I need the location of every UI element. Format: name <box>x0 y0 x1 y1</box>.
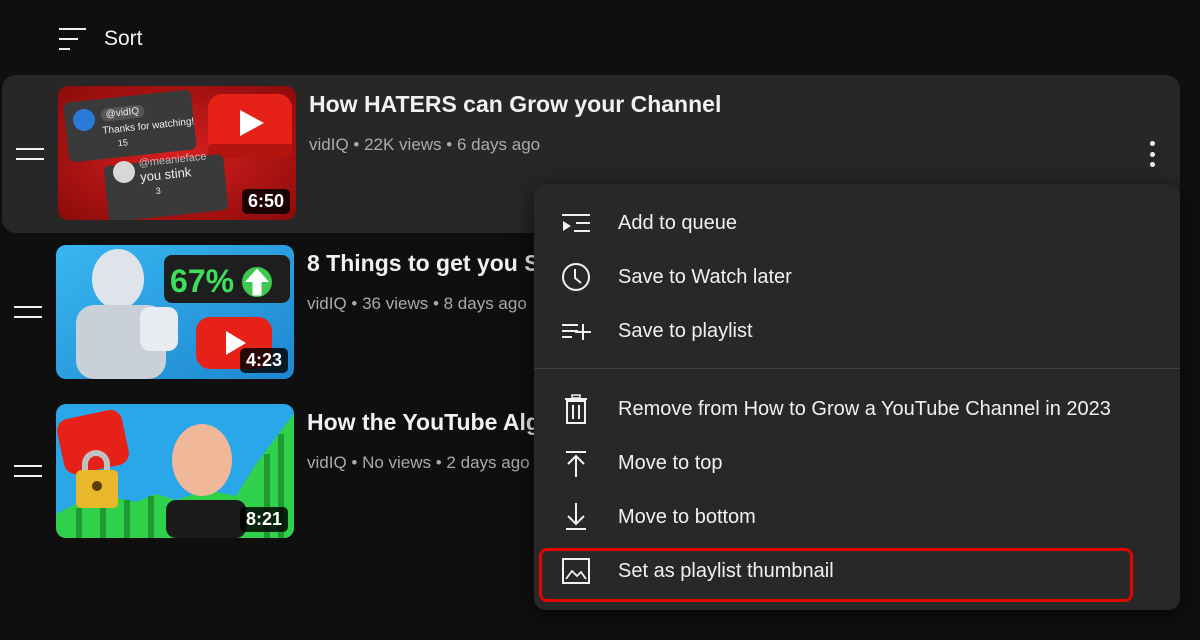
video-meta: vidIQ • No views • 2 days ago <box>307 453 530 472</box>
menu-item-remove-from-playlist[interactable]: Remove from How to Grow a YouTube Channe… <box>534 384 1180 434</box>
add-to-queue-icon <box>560 207 592 239</box>
menu-divider <box>534 368 1180 369</box>
video-duration: 8:21 <box>239 507 288 532</box>
drag-handle-icon[interactable] <box>14 465 42 479</box>
image-icon <box>560 555 592 587</box>
clock-icon <box>560 261 592 293</box>
sort-icon <box>59 28 86 50</box>
video-thumbnail[interactable]: @vidIQ Thanks for watching! 15 @meaniefa… <box>58 86 296 220</box>
move-to-bottom-icon <box>560 501 592 533</box>
video-meta: vidIQ • 22K views • 6 days ago <box>309 135 541 154</box>
menu-item-label: Set as playlist thumbnail <box>618 559 834 582</box>
video-options-menu: Add to queue Save to Watch later Save to… <box>534 184 1180 610</box>
menu-item-label: Save to Watch later <box>618 265 792 288</box>
video-title[interactable]: 8 Things to get you Sl <box>307 250 546 277</box>
arrow-up-icon <box>242 267 272 297</box>
move-to-top-icon <box>560 447 592 479</box>
sort-button[interactable]: Sort <box>58 26 143 52</box>
sort-label: Sort <box>104 27 143 50</box>
drag-handle-icon[interactable] <box>16 148 44 162</box>
menu-item-save-to-playlist[interactable]: Save to playlist <box>534 306 1180 356</box>
video-meta: vidIQ • 36 views • 8 days ago <box>307 294 527 313</box>
playlist-add-icon <box>560 315 592 347</box>
comment-card-2: @meanieface you stink 3 <box>138 151 210 198</box>
trash-icon <box>560 393 592 425</box>
menu-item-label: Save to playlist <box>618 319 753 342</box>
video-thumbnail[interactable]: 67% 4:23 <box>56 245 294 379</box>
percent-badge: 67% <box>170 263 235 299</box>
video-thumbnail[interactable]: 8:21 <box>56 404 294 538</box>
video-duration: 4:23 <box>239 348 288 373</box>
menu-item-label: Remove from How to Grow a YouTube Channe… <box>618 397 1111 420</box>
menu-item-label: Move to bottom <box>618 505 756 528</box>
more-options-icon[interactable] <box>1140 141 1164 167</box>
drag-handle-icon[interactable] <box>14 306 42 320</box>
menu-item-add-to-queue[interactable]: Add to queue <box>534 198 1180 248</box>
video-title[interactable]: How HATERS can Grow your Channel <box>309 91 721 118</box>
menu-item-save-watch-later[interactable]: Save to Watch later <box>534 252 1180 302</box>
menu-item-move-to-top[interactable]: Move to top <box>534 438 1180 488</box>
menu-item-label: Move to top <box>618 451 723 474</box>
menu-item-set-playlist-thumbnail[interactable]: Set as playlist thumbnail <box>534 546 1180 596</box>
video-duration: 6:50 <box>241 189 290 214</box>
menu-item-move-to-bottom[interactable]: Move to bottom <box>534 492 1180 542</box>
video-title[interactable]: How the YouTube Alg <box>307 409 540 436</box>
menu-item-label: Add to queue <box>618 211 737 234</box>
